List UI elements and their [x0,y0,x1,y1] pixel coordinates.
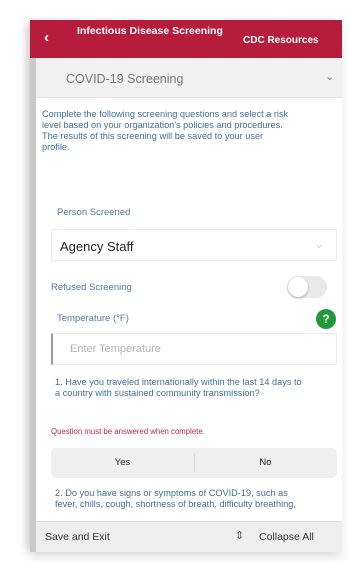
question-1-error: Question must be answered when complete. [51,427,205,436]
section-title: COVID-19 Screening [66,72,184,86]
page-title: Infectious Disease Screening [77,25,223,37]
save-and-exit-button[interactable]: Save and Exit [45,531,110,543]
temperature-input[interactable] [51,333,337,365]
left-accent-bar [30,58,36,552]
temperature-label: Temperature (°F) [57,313,129,324]
back-button[interactable]: ‹ [44,29,58,47]
intro-text: Complete the following screening questio… [42,109,289,152]
question-1-text: 1. Have you traveled internationally wit… [55,377,302,398]
refused-screening-label: Refused Screening [51,282,132,293]
toggle-knob [288,277,308,297]
yes-button[interactable]: Yes [51,448,194,478]
back-arrow-icon: ‹ [44,29,49,46]
section-dropdown[interactable]: COVID-19 Screening ⌄ [36,58,342,98]
screen-frame: ‹ Infectious Disease Screening CDC Resou… [30,20,342,552]
cdc-resources-link[interactable]: CDC Resources [243,35,319,46]
chevron-down-icon: ⌄ [325,71,335,83]
person-screened-select[interactable]: Agency Staff ⌄ [51,229,337,261]
help-icon[interactable]: ? [316,309,336,329]
refused-screening-toggle[interactable] [287,276,327,298]
collapse-icon[interactable]: ⇕ [235,529,244,542]
person-screened-label: Person Screened [57,207,131,218]
footer-bar: Save and Exit ⇕ Collapse All [36,521,342,552]
chevron-down-icon: ⌄ [314,237,325,251]
question-1-answer-control: Yes No [51,448,337,478]
collapse-all-button[interactable]: Collapse All [259,531,314,543]
app-header: ‹ Infectious Disease Screening CDC Resou… [30,20,342,58]
no-button[interactable]: No [194,448,337,478]
person-screened-value: Agency Staff [60,239,134,254]
